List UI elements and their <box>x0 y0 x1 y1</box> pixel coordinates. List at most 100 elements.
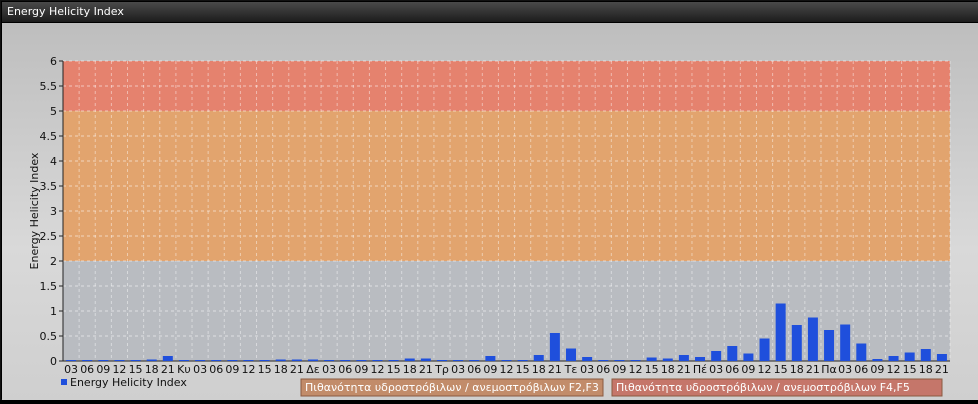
bar <box>178 360 189 361</box>
bar <box>146 359 157 361</box>
x-tick-label: 03 <box>451 363 465 376</box>
bar <box>130 360 141 361</box>
x-tick-label: 03 <box>580 363 594 376</box>
x-tick-label: 09 <box>483 363 497 376</box>
x-tick-label: 09 <box>870 363 884 376</box>
x-tick-label: Πέ <box>693 363 707 376</box>
bar <box>404 358 415 361</box>
y-tick-label: 2.5 <box>40 230 58 243</box>
x-tick-label: 18 <box>274 363 288 376</box>
bar <box>211 360 222 361</box>
x-tick-label: 18 <box>532 363 546 376</box>
x-tick-label: 06 <box>467 363 481 376</box>
x-tick-label: 12 <box>887 363 901 376</box>
x-tick-label: 03 <box>709 363 723 376</box>
bar <box>340 360 351 361</box>
bar <box>711 351 722 361</box>
x-tick-label: Πα <box>821 363 837 376</box>
bar <box>695 357 706 361</box>
x-tick-label: Τρ <box>434 363 449 376</box>
bar <box>195 360 206 361</box>
bar <box>82 360 93 361</box>
bar <box>453 360 464 361</box>
bar <box>759 338 770 361</box>
bar <box>566 348 577 361</box>
x-tick-label: 06 <box>596 363 610 376</box>
bar <box>807 317 818 361</box>
bar <box>582 357 593 361</box>
x-tick-label: 09 <box>96 363 110 376</box>
x-tick-label: 21 <box>677 363 691 376</box>
x-tick-label: 03 <box>322 363 336 376</box>
x-tick-label: 06 <box>209 363 223 376</box>
bar <box>485 356 496 361</box>
x-tick-label: 21 <box>290 363 304 376</box>
bar <box>275 359 286 361</box>
bar <box>888 356 899 361</box>
title-bar: Energy Helicity Index <box>2 2 978 23</box>
bar <box>549 333 560 361</box>
x-tick-label: 12 <box>370 363 384 376</box>
bar <box>743 353 754 361</box>
y-tick-label: 1 <box>50 305 57 318</box>
bar <box>420 358 431 361</box>
bar <box>904 352 915 361</box>
x-tick-label: Τε <box>564 363 578 376</box>
bar <box>614 360 625 361</box>
bar <box>259 360 270 361</box>
bar <box>936 354 947 361</box>
chart-area: 0 0.5 1 1.5 2 2.5 3 3.5 4 4.5 5 5.5 6 Energy Helicity… <box>2 23 978 400</box>
x-tick-label: 21 <box>548 363 562 376</box>
x-tick-label: 12 <box>112 363 126 376</box>
bar <box>227 360 238 361</box>
bar <box>727 346 738 361</box>
x-tick-label: Κυ <box>177 363 191 376</box>
x-tick-label: 09 <box>612 363 626 376</box>
bar <box>517 360 528 361</box>
bar <box>469 360 480 361</box>
y-tick-label: 1.5 <box>40 280 58 293</box>
bar <box>436 360 447 361</box>
legend-series-label: Energy Helicity Index <box>70 376 187 389</box>
legend-band-label: Πιθανότητα υδροστρόβιλων / ανεμοστρόβιλω… <box>616 381 910 394</box>
bar <box>66 360 77 361</box>
bar <box>872 359 883 361</box>
y-axis-label: Energy Helicity Index <box>28 152 41 269</box>
x-tick-label: 06 <box>80 363 94 376</box>
bar <box>98 360 109 361</box>
x-tick-label: 06 <box>854 363 868 376</box>
x-tick-label: 21 <box>935 363 949 376</box>
x-tick-label: 18 <box>790 363 804 376</box>
y-tick-label: 4.5 <box>40 130 58 143</box>
y-tick-label: 0 <box>50 355 57 368</box>
bar <box>162 356 173 361</box>
x-tick-label: 21 <box>419 363 433 376</box>
x-tick-label: 18 <box>661 363 675 376</box>
x-tick-label: 21 <box>806 363 820 376</box>
bar <box>840 324 851 361</box>
x-tick-label: 21 <box>161 363 175 376</box>
ehi-chart: 0 0.5 1 1.5 2 2.5 3 3.5 4 4.5 5 5.5 6 Energy Helicity… <box>28 55 951 397</box>
bar <box>678 355 689 361</box>
x-tick-label: 12 <box>629 363 643 376</box>
bar <box>662 358 673 361</box>
x-tick-label: 15 <box>129 363 143 376</box>
x-tick-label: 12 <box>500 363 514 376</box>
y-tick-label: 3 <box>50 205 57 218</box>
bar <box>856 343 867 361</box>
x-tick-label: 15 <box>903 363 917 376</box>
x-tick-label: 12 <box>241 363 255 376</box>
bar <box>307 359 318 361</box>
window-title: Energy Helicity Index <box>7 5 124 18</box>
x-tick-label: 18 <box>919 363 933 376</box>
bar <box>791 325 802 361</box>
x-tick-label: 15 <box>516 363 530 376</box>
bar <box>646 357 657 361</box>
bar <box>114 360 125 361</box>
x-tick-label: 15 <box>387 363 401 376</box>
bar <box>291 359 302 361</box>
bar <box>920 349 931 361</box>
x-tick-label: 18 <box>403 363 417 376</box>
x-tick-label: 06 <box>725 363 739 376</box>
y-tick-label: 3.5 <box>40 180 58 193</box>
